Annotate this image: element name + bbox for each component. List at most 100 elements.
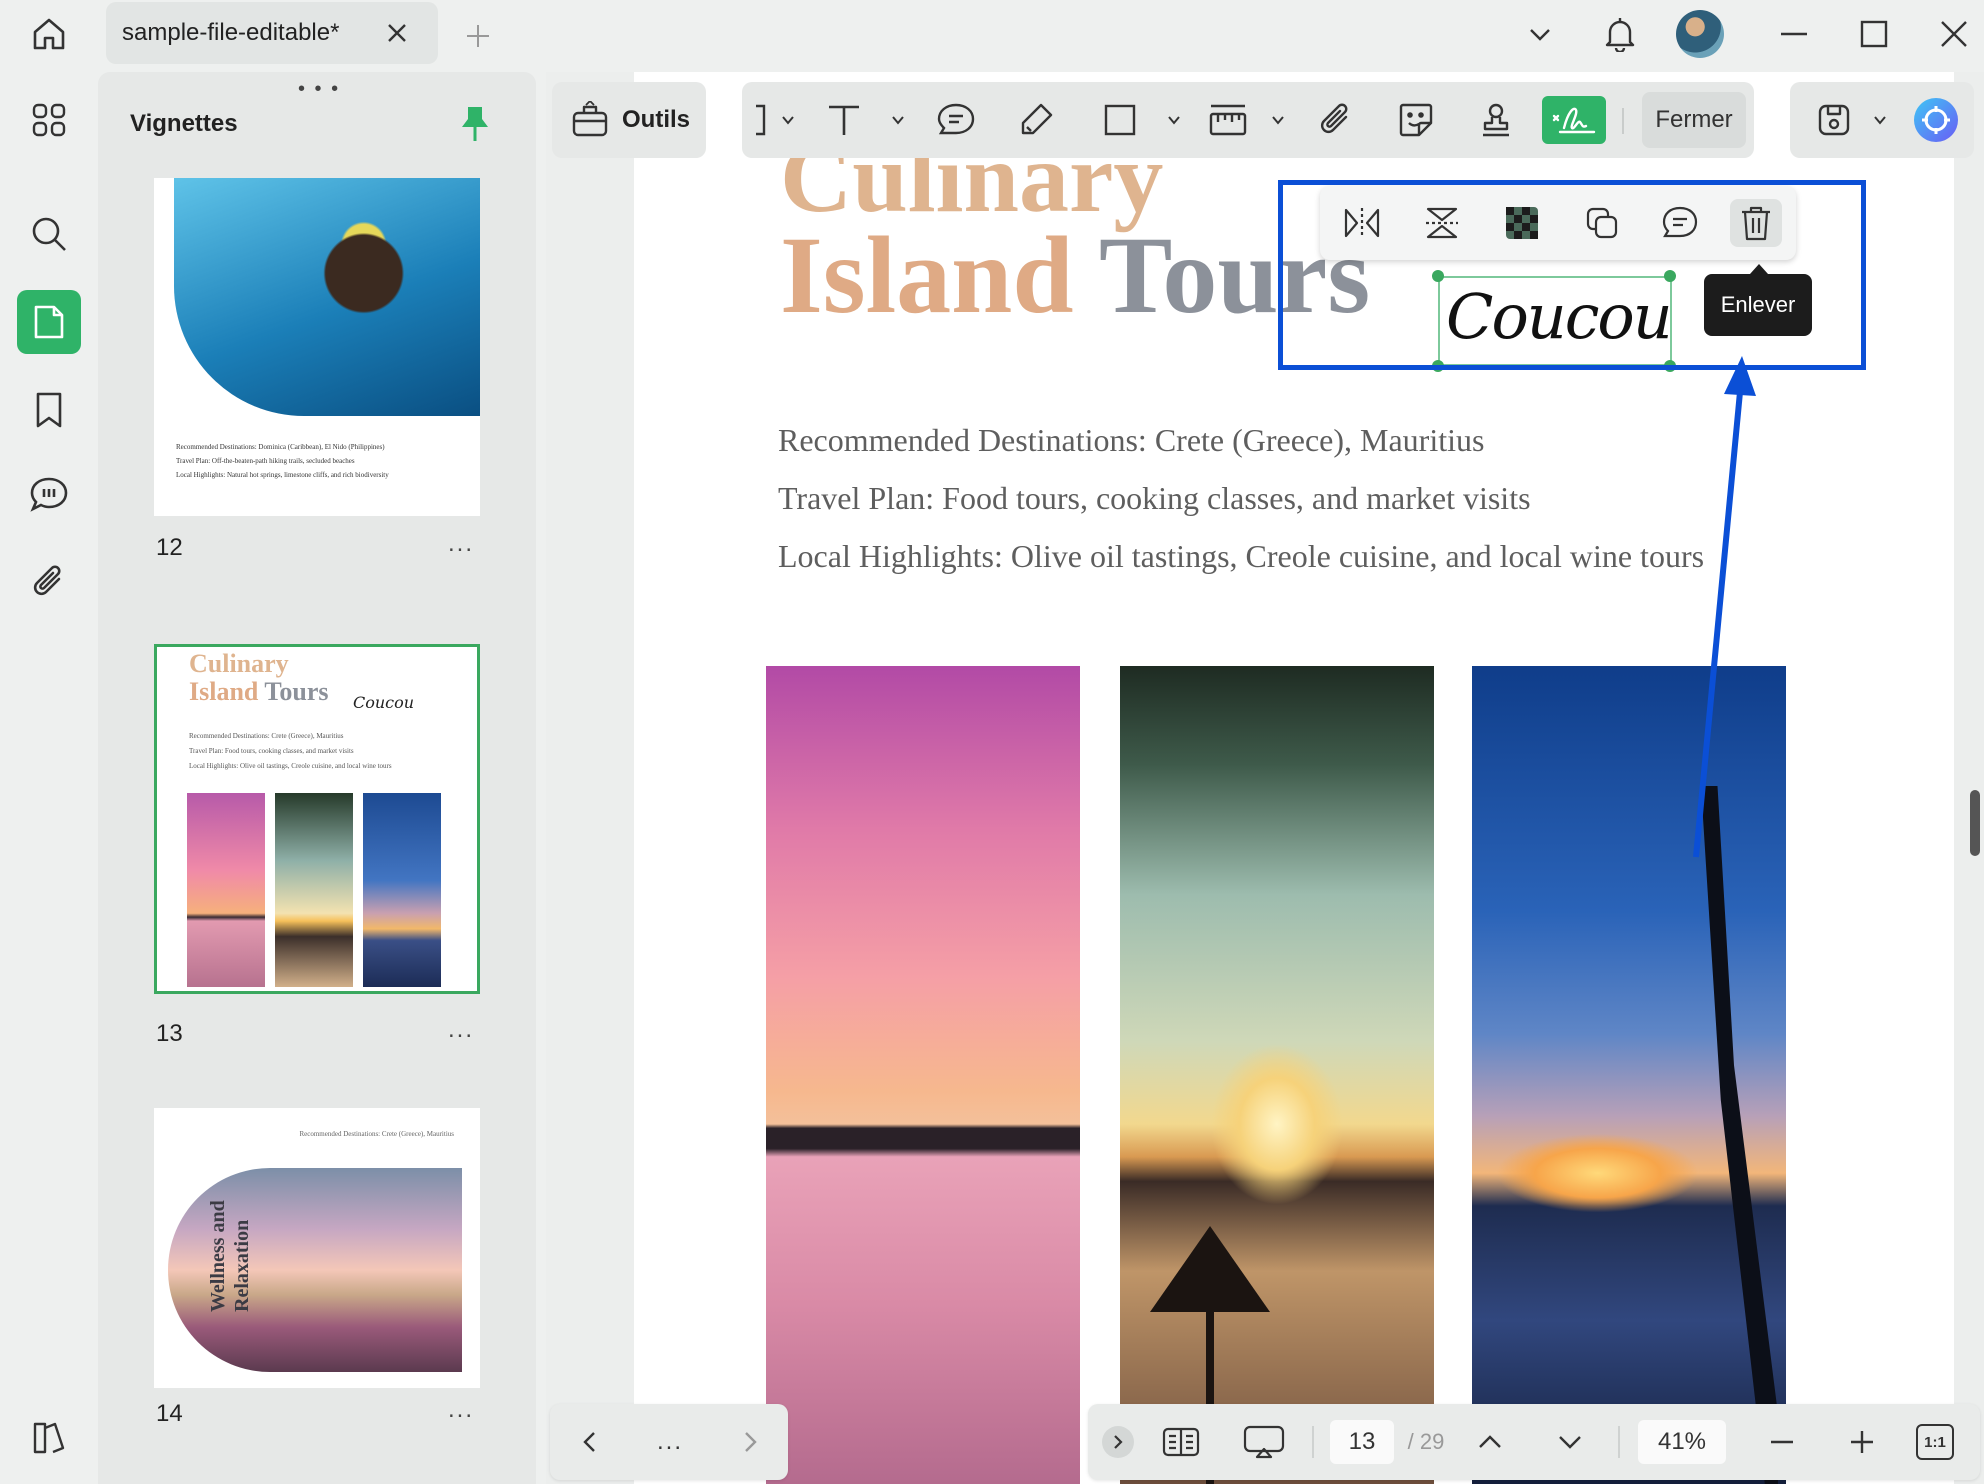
thumbnail-page-number: 12 xyxy=(156,534,183,561)
attachment-icon[interactable] xyxy=(17,550,81,614)
home-icon[interactable] xyxy=(24,12,74,56)
thumbnail-more-button[interactable]: ... xyxy=(448,1016,474,1044)
thumbnail-page-14[interactable]: Recommended Destinations: Crete (Greece)… xyxy=(154,1108,480,1388)
search-icon[interactable] xyxy=(17,202,81,266)
page-nav-bar: ... xyxy=(550,1404,788,1480)
page-12-line: Local Highlights: Natural hot springs, l… xyxy=(176,471,389,479)
page-13-photo-sunset xyxy=(187,793,265,987)
maximize-icon[interactable] xyxy=(1854,14,1894,54)
chevron-down-icon[interactable] xyxy=(888,96,908,144)
annotation-toolbar: Fermer xyxy=(742,82,1754,158)
annotation-highlight-box xyxy=(1278,180,1866,370)
page-layout-icon[interactable] xyxy=(1158,1420,1204,1464)
thumbnails-panel: • • • Vignettes Recommended Destinations… xyxy=(98,72,536,1484)
user-avatar[interactable] xyxy=(1676,10,1724,58)
thumbnails-panel-title: Vignettes xyxy=(130,110,238,137)
comments-icon[interactable] xyxy=(17,462,81,526)
palm-trunk-silhouette xyxy=(1701,786,1778,1484)
page-12-line: Recommended Destinations: Dominica (Cari… xyxy=(176,443,385,451)
save-group xyxy=(1790,82,1974,158)
thumbnail-page-13[interactable]: Culinary Island Tours Coucou Recommended… xyxy=(154,644,480,994)
thumbnail-page-number: 14 xyxy=(156,1400,183,1427)
comment-tool-icon[interactable] xyxy=(932,96,980,144)
panel-toggle-icon[interactable] xyxy=(17,1406,81,1470)
page-14-header: Recommended Destinations: Crete (Greece)… xyxy=(299,1130,454,1138)
page-13-line: Local Highlights: Olive oil tastings, Cr… xyxy=(189,762,392,770)
nav-more-button[interactable]: ... xyxy=(648,1420,692,1464)
next-page-icon[interactable] xyxy=(730,1420,770,1464)
page-14-title-line1: Wellness and xyxy=(207,1200,229,1312)
save-icon[interactable] xyxy=(1810,96,1858,144)
statusbar-separator xyxy=(1618,1426,1620,1458)
page-13-line: Travel Plan: Food tours, cooking classes… xyxy=(189,747,354,755)
minimize-icon[interactable] xyxy=(1774,14,1814,54)
chevron-down-icon[interactable] xyxy=(778,96,798,144)
close-tools-button[interactable]: Fermer xyxy=(1642,92,1746,148)
expand-statusbar-icon[interactable] xyxy=(1102,1426,1134,1458)
chevron-down-icon[interactable] xyxy=(1164,96,1184,144)
total-pages: / 29 xyxy=(1407,1429,1445,1454)
status-bar: 13 / 29 41% 1:1 xyxy=(1088,1404,1980,1480)
page-13-photo-palm xyxy=(275,793,353,987)
doc-body-line: Recommended Destinations: Crete (Greece)… xyxy=(778,422,1485,458)
tools-button[interactable]: Outils xyxy=(552,82,706,158)
tools-label: Outils xyxy=(622,106,691,133)
actual-size-button[interactable]: 1:1 xyxy=(1916,1424,1954,1460)
doc-photo-palm-beach xyxy=(1120,666,1434,1484)
page-down-icon[interactable] xyxy=(1550,1420,1590,1464)
zoom-level-input[interactable]: 41% xyxy=(1638,1420,1726,1464)
signature-tool-icon[interactable] xyxy=(1542,96,1606,144)
highlighter-icon[interactable] xyxy=(1012,96,1060,144)
title-bar: sample-file-editable* xyxy=(0,0,1984,68)
toolbox-icon xyxy=(572,101,608,137)
chevron-down-icon[interactable] xyxy=(1870,96,1890,144)
thumbnail-page-number: 13 xyxy=(156,1020,183,1047)
vertical-scrollbar[interactable] xyxy=(1970,790,1980,856)
notification-bell-icon[interactable] xyxy=(1600,14,1640,54)
page-14-title-line2: Relaxation xyxy=(231,1219,253,1312)
presentation-icon[interactable] xyxy=(1238,1420,1290,1464)
page-13-signature: Coucou xyxy=(353,693,415,712)
tab-title: sample-file-editable* xyxy=(122,19,340,46)
document-tab[interactable]: sample-file-editable* xyxy=(106,2,438,64)
doc-title-word-island: Island xyxy=(780,214,1074,336)
measure-ruler-icon[interactable] xyxy=(1204,96,1252,144)
doc-body-line: Travel Plan: Food tours, cooking classes… xyxy=(778,480,1531,516)
close-window-icon[interactable] xyxy=(1934,14,1974,54)
thumbnail-more-button[interactable]: ... xyxy=(448,1396,474,1424)
doc-body-line: Local Highlights: Olive oil tastings, Cr… xyxy=(778,538,1705,574)
chevron-down-icon[interactable] xyxy=(1520,14,1560,54)
current-page-input[interactable]: 13 xyxy=(1330,1420,1394,1464)
page-up-icon[interactable] xyxy=(1470,1420,1510,1464)
statusbar-separator xyxy=(1312,1426,1314,1458)
close-tab-icon[interactable] xyxy=(382,18,412,48)
sticker-icon[interactable] xyxy=(1392,96,1440,144)
rectangle-shape-icon[interactable] xyxy=(1100,96,1140,144)
apps-grid-icon[interactable] xyxy=(17,88,81,152)
attachment-icon[interactable] xyxy=(1312,96,1360,144)
left-rail xyxy=(0,72,98,1484)
new-tab-icon[interactable] xyxy=(460,18,496,54)
zoom-in-icon[interactable] xyxy=(1842,1420,1882,1464)
chevron-down-icon[interactable] xyxy=(1268,96,1288,144)
zoom-out-icon[interactable] xyxy=(1762,1420,1802,1464)
panel-drag-handle[interactable]: • • • xyxy=(298,78,340,101)
text-cursor-icon[interactable] xyxy=(748,96,774,144)
bookmark-icon[interactable] xyxy=(17,378,81,442)
toolbar-separator xyxy=(1622,108,1624,134)
page-12-line: Travel Plan: Off-the-beaten-path hiking … xyxy=(176,457,355,465)
page-13-photo-island xyxy=(363,793,441,987)
page-13-line: Recommended Destinations: Crete (Greece)… xyxy=(189,732,344,740)
thumbnail-page-12[interactable]: Recommended Destinations: Dominica (Cari… xyxy=(154,178,480,516)
pin-icon[interactable] xyxy=(456,102,494,146)
stamp-icon[interactable] xyxy=(1472,96,1520,144)
ai-assistant-icon[interactable] xyxy=(1910,94,1962,146)
page-12-diver-image xyxy=(174,178,480,416)
thumbnail-more-button[interactable]: ... xyxy=(448,530,474,558)
annotation-arrow xyxy=(1693,356,1756,858)
thumbnails-page-icon[interactable] xyxy=(17,290,81,354)
previous-page-icon[interactable] xyxy=(570,1420,610,1464)
doc-photo-sunset-sea xyxy=(766,666,1080,1484)
text-tool-icon[interactable] xyxy=(820,96,868,144)
page-13-title-line2: Island Tours xyxy=(189,677,329,706)
